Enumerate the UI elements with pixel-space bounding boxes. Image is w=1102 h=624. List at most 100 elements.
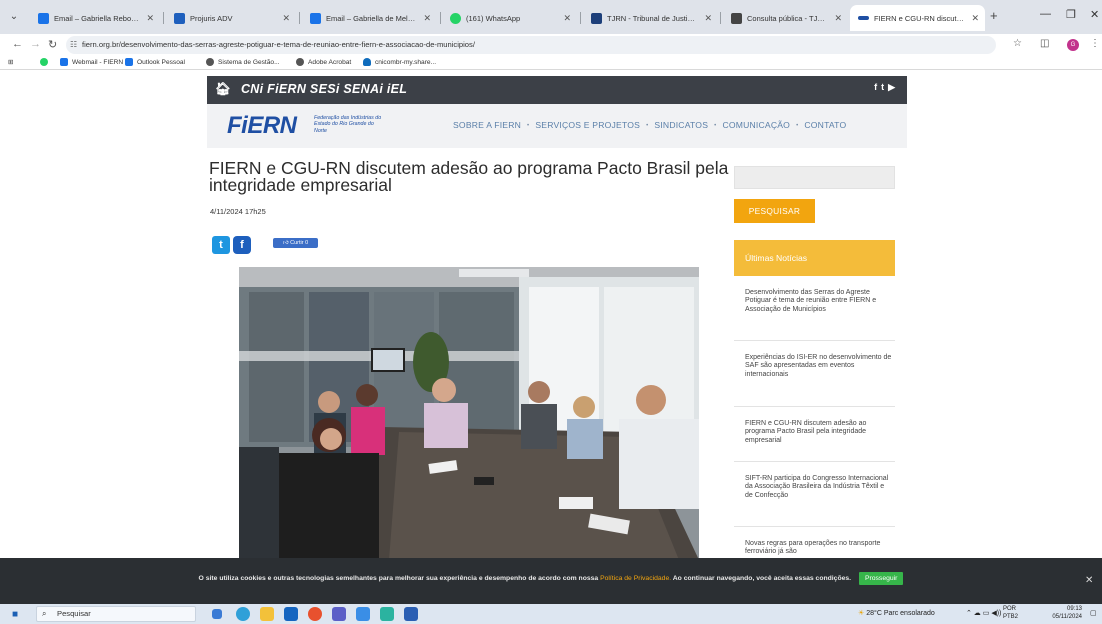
word-icon[interactable] — [404, 607, 418, 621]
close-tab-icon[interactable]: ✕ — [704, 13, 712, 24]
menu-item-sobre[interactable]: SOBRE A FIERN — [453, 120, 521, 130]
tab-search-chevron-icon[interactable]: ⌄ — [6, 9, 22, 25]
news-item[interactable]: FIERN e CGU-RN discutem adesão ao progra… — [745, 420, 893, 445]
browser-tabstrip: ⌄ Email – Gabriella Rebouças – O ✕ Proju… — [0, 0, 1102, 34]
close-tab-icon[interactable]: ✕ — [971, 13, 979, 24]
menu-item-contato[interactable]: CONTATO — [804, 120, 846, 130]
new-tab-icon[interactable]: + — [990, 8, 998, 23]
windows-start-icon[interactable]: ■ — [12, 609, 18, 620]
fiern-icon — [858, 16, 869, 20]
tjrn-icon — [591, 12, 602, 24]
cookie-text-continue: Ao continuar navegando, você aceita essa… — [672, 575, 852, 582]
minimize-icon[interactable]: — — [1040, 8, 1051, 20]
globe-icon — [296, 58, 304, 66]
browser-tab[interactable]: TJRN - Tribunal de Justiça do R ✕ — [583, 5, 718, 31]
settings-app-icon[interactable] — [356, 607, 370, 621]
browser-tab-active[interactable]: FIERN e CGU-RN discutem ades ✕ — [850, 5, 985, 31]
twitter-share-icon[interactable]: t — [212, 236, 230, 254]
profile-avatar[interactable]: G — [1067, 39, 1079, 51]
like-button[interactable]: 👍︎ Curtir 0 — [273, 238, 318, 248]
site-navigation: FiERN Federação das Indústrias do Estado… — [207, 104, 907, 148]
close-tab-icon[interactable]: ✕ — [834, 13, 842, 24]
windows-taskbar: ■ ⌕ Pesquisar ☀ 28°C Parc ensolarado ⌃ ☁… — [0, 604, 1102, 624]
outlook-icon — [38, 12, 49, 24]
close-tab-icon[interactable]: ✕ — [282, 13, 290, 24]
article-photo — [239, 267, 699, 560]
edge-icon[interactable] — [236, 607, 250, 621]
browser-tab[interactable]: Email – Gabriella Rebouças – O ✕ — [30, 5, 160, 31]
cloud-icon — [363, 58, 371, 66]
fiern-logo[interactable]: FiERN — [227, 112, 297, 140]
bookmarks-bar: ⊞ Webmail - FIERN Outlook Pessoal Sistem… — [0, 56, 1102, 70]
bookmark-sistema[interactable]: Sistema de Gestão... — [206, 58, 280, 66]
privacy-policy-link[interactable]: Política de Privacidade. — [600, 575, 671, 582]
url-input[interactable]: ☷ fiern.org.br/desenvolvimento-das-serra… — [66, 36, 996, 54]
reload-icon[interactable]: ↻ — [48, 38, 57, 51]
back-icon[interactable]: ← — [12, 38, 23, 50]
close-tab-icon[interactable]: ✕ — [563, 13, 571, 24]
teams-icon[interactable] — [332, 607, 346, 621]
search-input[interactable] — [734, 166, 895, 189]
main-menu: SOBRE A FIERN • SERVIÇOS E PROJETOS • SINDIC… — [453, 120, 847, 130]
globe-icon — [206, 58, 214, 66]
search-icon: ⌕ — [42, 609, 47, 618]
site-top-bar: 🏠︎ CNi FiERN SESi SENAi iEL ft▶ — [207, 76, 907, 104]
close-icon[interactable]: ✕ — [1085, 575, 1093, 586]
taskbar-clock[interactable]: 09:13 05/11/2024 — [1022, 606, 1082, 621]
bookmark-acrobat[interactable]: Adobe Acrobat — [296, 58, 351, 66]
article-date: 4/11/2024 17h25 — [210, 207, 266, 216]
projuris-icon — [174, 12, 185, 24]
accept-cookies-button[interactable]: Prosseguir — [858, 572, 904, 585]
forward-icon[interactable]: → — [30, 38, 41, 50]
menu-item-servicos[interactable]: SERVIÇOS E PROJETOS — [535, 120, 640, 130]
news-item[interactable]: Desenvolvimento das Serras do Agreste Po… — [745, 289, 893, 314]
news-item[interactable]: Novas regras para operações no transport… — [745, 540, 893, 557]
bookmark-webmail[interactable]: Webmail - FIERN — [60, 58, 123, 66]
browser-tab[interactable]: Consulta pública - TJRN - 1º Gr ✕ — [723, 5, 848, 31]
browser-tab[interactable]: (161) WhatsApp ✕ — [442, 5, 577, 31]
brand-names: CNi FiERN SESi SENAi iEL — [240, 82, 408, 96]
social-links: ft▶ — [874, 82, 899, 93]
home-icon[interactable]: 🏠︎ — [215, 82, 231, 96]
close-tab-icon[interactable]: ✕ — [423, 13, 431, 24]
browser-tab[interactable]: Email – Gabriella de Melo Souz ✕ — [302, 5, 437, 31]
file-explorer-icon[interactable] — [260, 607, 274, 621]
language-indicator[interactable]: POR PTB2 — [1003, 606, 1018, 621]
close-window-icon[interactable]: ✕ — [1090, 8, 1099, 21]
bookmark-outlook[interactable]: Outlook Pessoal — [125, 58, 185, 66]
notifications-icon[interactable]: ▢ — [1090, 609, 1097, 617]
menu-icon[interactable]: ⋮ — [1090, 38, 1100, 49]
whatsapp-bookmark[interactable] — [40, 58, 52, 66]
taskbar-search-input[interactable]: ⌕ Pesquisar — [36, 606, 196, 622]
pje-icon — [731, 12, 742, 24]
extensions-icon[interactable]: ◫ — [1040, 38, 1049, 49]
close-tab-icon[interactable]: ✕ — [146, 13, 154, 24]
youtube-icon[interactable]: ▶ — [888, 82, 899, 92]
whatsapp-icon — [450, 12, 461, 24]
cookie-banner: O site utiliza cookies e outras tecnolog… — [0, 558, 1102, 604]
site-info-icon[interactable]: ☷ — [70, 36, 77, 54]
browser-tab[interactable]: Projuris ADV ✕ — [166, 5, 296, 31]
meeting-photo-illustration — [239, 267, 699, 560]
search-button[interactable]: PESQUISAR — [734, 199, 815, 223]
news-item[interactable]: Experiências do ISI-ER no desenvolviment… — [745, 354, 893, 379]
weather-widget[interactable]: ☀ 28°C Parc ensolarado — [858, 609, 935, 617]
outlook-taskbar-icon[interactable] — [284, 607, 298, 621]
article-title: FIERN e CGU-RN discutem adesão ao progra… — [209, 158, 729, 195]
bookmark-sharepoint[interactable]: cnicombr-my.share... — [363, 58, 436, 66]
tray-icons[interactable]: ⌃ ☁ ▭ ◀)) — [966, 609, 1001, 617]
menu-item-comunicacao[interactable]: COMUNICAÇÃO — [722, 120, 790, 130]
menu-item-sindicatos[interactable]: SINDICATOS — [654, 120, 708, 130]
apps-grid-icon[interactable]: ⊞ — [8, 58, 14, 66]
bookmark-star-icon[interactable]: ☆ — [1013, 38, 1022, 49]
logo-subtitle: Federação das Indústrias do Estado do Ri… — [314, 115, 382, 134]
chrome-icon[interactable] — [308, 607, 322, 621]
news-item[interactable]: SIFT-RN participa do Congresso Internaci… — [745, 475, 893, 500]
restore-icon[interactable]: ❐ — [1066, 8, 1076, 21]
address-bar: ← → ↻ ☷ fiern.org.br/desenvolvimento-das… — [0, 34, 1102, 56]
weather-icon: ☀ — [858, 610, 865, 617]
latest-news-heading: Últimas Notícias — [734, 240, 895, 276]
app-icon[interactable] — [380, 607, 394, 621]
task-view-icon[interactable] — [212, 609, 222, 619]
facebook-share-icon[interactable]: f — [233, 236, 251, 254]
